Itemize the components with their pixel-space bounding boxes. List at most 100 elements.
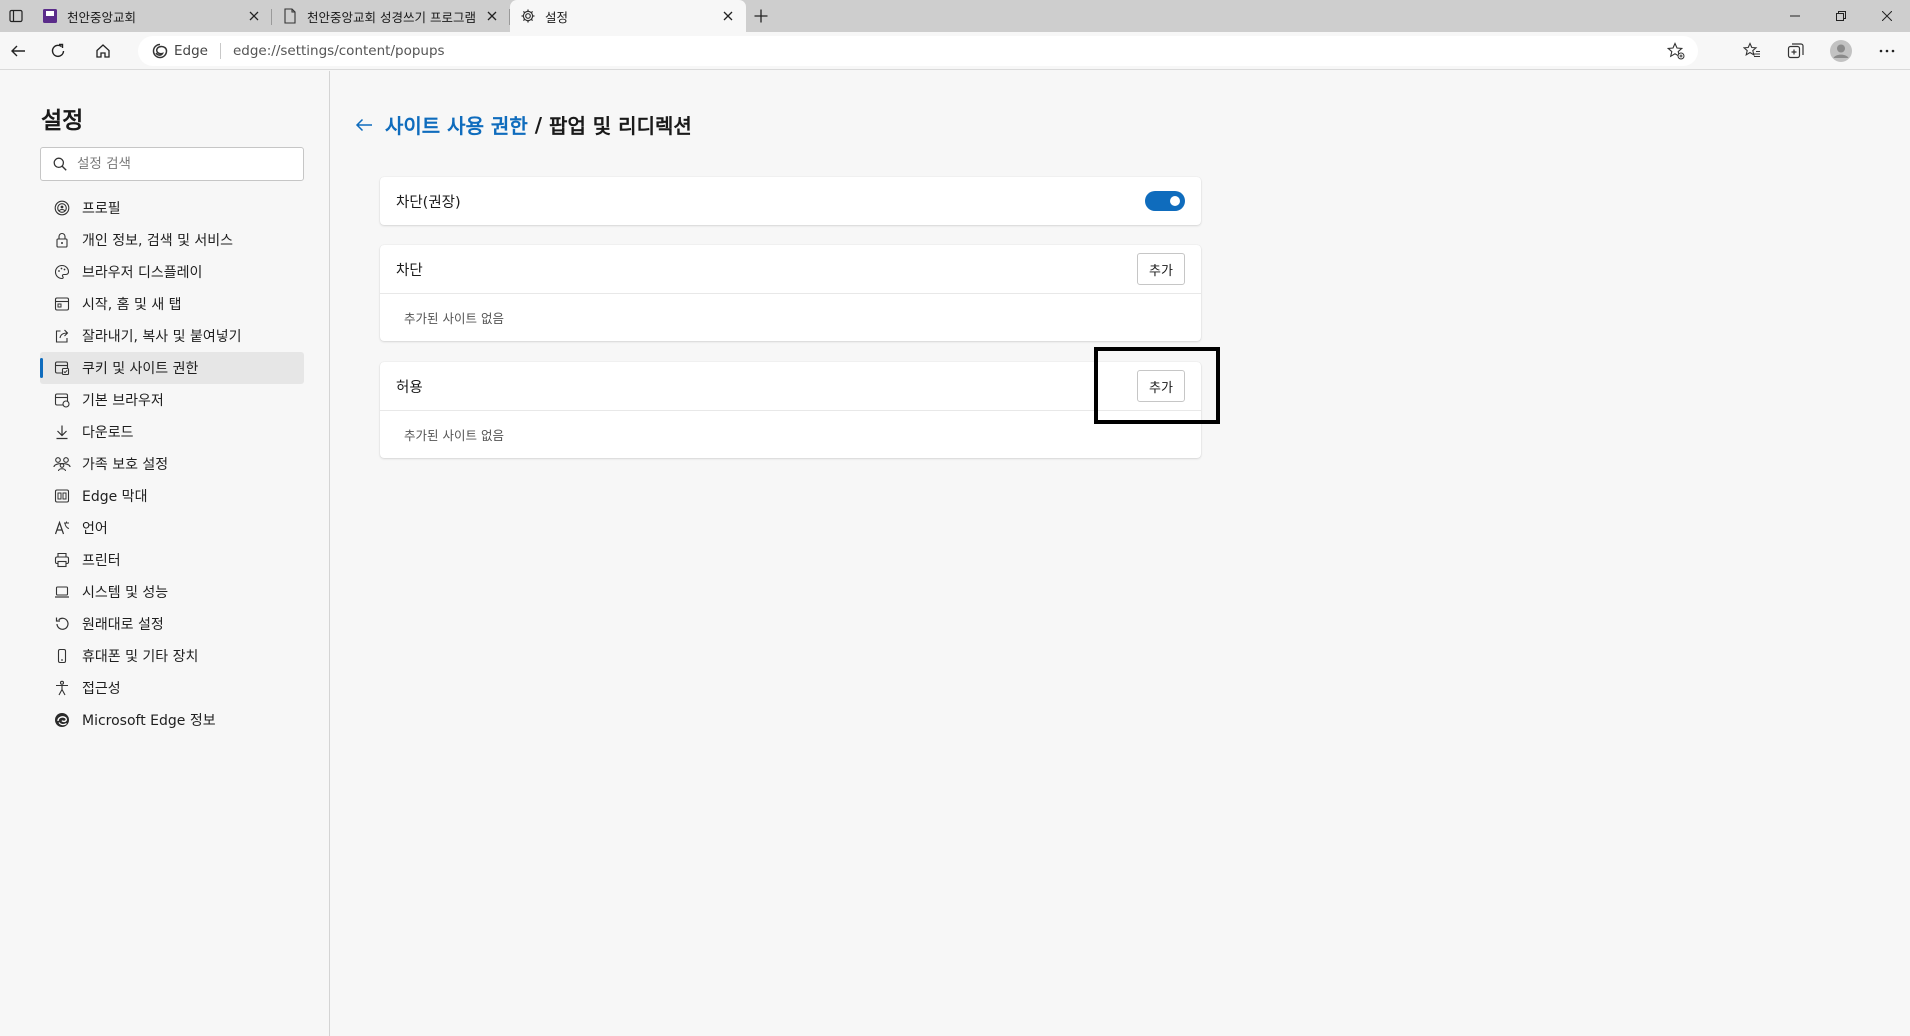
printer-icon <box>53 551 71 569</box>
sidebar-item-profile[interactable]: 프로필 <box>40 192 304 224</box>
sidebar-item-label: 다운로드 <box>82 425 134 441</box>
page-title: 팝업 및 리디렉션 <box>549 114 692 138</box>
url-text[interactable]: edge://settings/content/popups <box>233 43 445 59</box>
tab-2[interactable]: 천안중앙교회 성경쓰기 프로그램 <box>272 0 510 32</box>
new-tab-icon[interactable] <box>746 0 776 32</box>
sidebar-item-label: 시스템 및 성능 <box>82 585 169 601</box>
laptop-icon <box>53 583 71 601</box>
allow-add-button[interactable]: 추가 <box>1137 370 1185 402</box>
site-favicon-icon <box>42 8 58 24</box>
lock-icon <box>53 231 71 249</box>
allow-section-title: 허용 <box>396 379 423 396</box>
tab-1[interactable]: 천안중앙교회 <box>32 0 272 32</box>
sidebar-item-printers[interactable]: 프린터 <box>40 544 304 576</box>
settings-nav: 프로필 개인 정보, 검색 및 서비스 브라우저 디스플레이 시작, 홈 및 새… <box>40 192 304 736</box>
sidebar-item-label: 기본 브라우저 <box>82 393 164 409</box>
download-icon <box>53 423 71 441</box>
settings-main: 사이트 사용 권한 / 팝업 및 리디렉션 차단(권장) 차단 추가 추가된 사… <box>331 71 1910 1036</box>
close-tab-icon[interactable] <box>246 8 262 24</box>
block-list-card: 차단 추가 추가된 사이트 없음 <box>380 245 1201 341</box>
tab-actions-icon[interactable] <box>0 0 32 32</box>
close-tab-icon[interactable] <box>720 8 736 24</box>
toggle-knob <box>1170 196 1180 206</box>
block-toggle-label: 차단(권장) <box>396 194 461 211</box>
browser-icon <box>53 391 71 409</box>
sidebar-item-share-copy[interactable]: 잘라내기, 복사 및 붙여넣기 <box>40 320 304 352</box>
block-add-button[interactable]: 추가 <box>1137 253 1185 285</box>
tab-title: 천안중앙교회 성경쓰기 프로그램 <box>307 9 476 25</box>
sidebar-item-label: 휴대폰 및 기타 장치 <box>82 649 199 665</box>
home-tab-icon <box>53 295 71 313</box>
sidebar-item-system[interactable]: 시스템 및 성능 <box>40 576 304 608</box>
breadcrumb-separator: / <box>534 112 543 137</box>
restore-icon[interactable] <box>1818 0 1864 32</box>
avatar[interactable] <box>1818 35 1864 67</box>
edge-bar-icon <box>53 487 71 505</box>
breadcrumb-link-site-permissions[interactable]: 사이트 사용 권한 <box>385 110 528 139</box>
sidebar-item-family[interactable]: 가족 보호 설정 <box>40 448 304 480</box>
back-arrow-icon[interactable] <box>351 112 377 138</box>
sidebar-item-cookies-permissions[interactable]: 쿠키 및 사이트 권한 <box>40 352 304 384</box>
reset-icon <box>53 615 71 633</box>
sidebar-item-label: 개인 정보, 검색 및 서비스 <box>82 233 234 249</box>
settings-search[interactable] <box>40 147 304 181</box>
block-toggle-row: 차단(권장) <box>380 177 1201 225</box>
tab-3[interactable]: 설정 <box>510 0 746 32</box>
sidebar-item-start-home[interactable]: 시작, 홈 및 새 탭 <box>40 288 304 320</box>
allow-list-card: 허용 추가 추가된 사이트 없음 <box>380 362 1201 458</box>
sidebar-item-label: Microsoft Edge 정보 <box>82 713 216 729</box>
sidebar-item-reset[interactable]: 원래대로 설정 <box>40 608 304 640</box>
sidebar-item-about-edge[interactable]: Microsoft Edge 정보 <box>40 704 304 736</box>
block-empty-text: 추가된 사이트 없음 <box>380 293 1201 341</box>
sidebar-item-default-browser[interactable]: 기본 브라우저 <box>40 384 304 416</box>
profile-icon <box>53 199 71 217</box>
sidebar-item-edge-bar[interactable]: Edge 막대 <box>40 480 304 512</box>
breadcrumb: 사이트 사용 권한 / 팝업 및 리디렉션 <box>351 110 692 139</box>
sidebar-item-accessibility[interactable]: 접근성 <box>40 672 304 704</box>
back-icon[interactable] <box>0 35 36 67</box>
sidebar-item-label: 언어 <box>82 521 108 537</box>
gear-icon <box>520 8 536 24</box>
edge-logo-icon <box>152 43 168 59</box>
sidebar-item-downloads[interactable]: 다운로드 <box>40 416 304 448</box>
edge-logo-icon <box>53 711 71 729</box>
sidebar-item-label: 프로필 <box>82 201 121 217</box>
sidebar-item-label: 원래대로 설정 <box>82 617 164 633</box>
search-icon <box>53 157 67 171</box>
accessibility-icon <box>53 679 71 697</box>
minimize-icon[interactable] <box>1772 0 1818 32</box>
family-icon <box>53 455 71 473</box>
sidebar-item-label: 접근성 <box>82 681 121 697</box>
settings-title: 설정 <box>41 108 84 134</box>
settings-sidebar: 설정 프로필 개인 정보, 검색 및 서비스 브라우저 디스플레이 시작, 홈 … <box>0 71 330 1036</box>
block-toggle-card: 차단(권장) <box>380 177 1201 225</box>
collections-icon[interactable] <box>1774 35 1818 67</box>
search-input[interactable] <box>77 156 287 172</box>
tab-strip: 천안중앙교회 천안중앙교회 성경쓰기 프로그램 설정 <box>0 0 1910 32</box>
cookie-permissions-icon <box>53 359 71 377</box>
edge-chip[interactable]: Edge <box>152 43 208 59</box>
close-tab-icon[interactable] <box>484 8 500 24</box>
allow-empty-text: 추가된 사이트 없음 <box>380 410 1201 458</box>
sidebar-item-phone-devices[interactable]: 휴대폰 및 기타 장치 <box>40 640 304 672</box>
tab-title: 설정 <box>545 9 569 25</box>
sidebar-item-languages[interactable]: 언어 <box>40 512 304 544</box>
sidebar-item-label: 시작, 홈 및 새 탭 <box>82 297 182 313</box>
refresh-icon[interactable] <box>36 35 80 67</box>
block-popups-toggle[interactable] <box>1145 191 1185 211</box>
add-favorite-icon[interactable] <box>1666 41 1686 61</box>
sidebar-item-privacy[interactable]: 개인 정보, 검색 및 서비스 <box>40 224 304 256</box>
sidebar-item-label: 잘라내기, 복사 및 붙여넣기 <box>82 329 242 345</box>
favorites-icon[interactable] <box>1730 35 1774 67</box>
sidebar-item-appearance[interactable]: 브라우저 디스플레이 <box>40 256 304 288</box>
block-list-header: 차단 추가 <box>380 245 1201 293</box>
block-section-title: 차단 <box>396 262 423 279</box>
more-options-icon[interactable] <box>1864 35 1910 67</box>
share-icon <box>53 327 71 345</box>
close-window-icon[interactable] <box>1864 0 1910 32</box>
palette-icon <box>53 263 71 281</box>
address-bar[interactable]: Edge edge://settings/content/popups <box>138 36 1698 66</box>
home-icon[interactable] <box>80 35 126 67</box>
edge-chip-label: Edge <box>174 43 208 59</box>
sidebar-item-label: 프린터 <box>82 553 121 569</box>
